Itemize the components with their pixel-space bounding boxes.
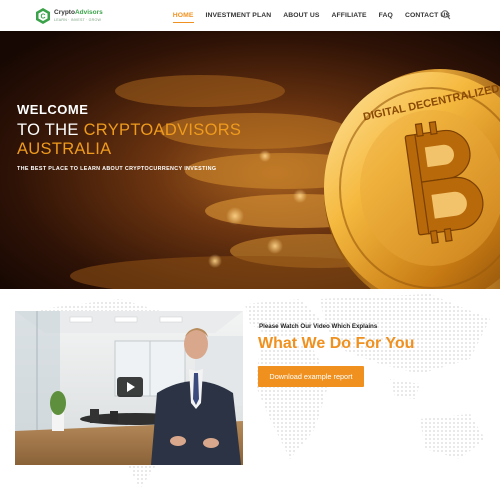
video-caption: Please Watch Our Video Which Explains <box>259 323 378 330</box>
search-icon[interactable] <box>440 9 452 21</box>
hero-banner: DIGITAL DECENTRALIZED WELCOME TO THE CRY… <box>0 31 500 289</box>
main-nav: HOME INVESTMENT PLAN ABOUT US AFFILIATE … <box>161 0 450 31</box>
hero-copy: WELCOME TO THE CRYPTOADVISORS AUSTRALIA … <box>17 102 241 172</box>
svg-text:C: C <box>40 14 45 21</box>
nav-item-faq[interactable]: FAQ <box>379 0 393 31</box>
logo[interactable]: C CryptoAdvisors LEARN · INVEST · GROW <box>34 5 124 27</box>
logo-name: CryptoAdvisors <box>54 9 103 16</box>
nav-item-investment-plan[interactable]: INVESTMENT PLAN <box>206 0 272 31</box>
logo-icon: C <box>36 8 50 24</box>
video-section: Please Watch Our Video Which Explains Wh… <box>0 289 500 500</box>
nav-item-affiliate[interactable]: AFFILIATE <box>332 0 367 31</box>
hero-tagline: THE BEST PLACE TO LEARN ABOUT CRYPTOCURR… <box>17 166 217 172</box>
play-icon[interactable] <box>117 377 143 397</box>
logo-name-part1: Crypto <box>54 9 75 16</box>
hero-headline-brand: CRYPTOADVISORS <box>83 121 242 139</box>
hero-headline: TO THE CRYPTOADVISORS <box>17 121 241 140</box>
logo-tagline: LEARN · INVEST · GROW <box>54 18 102 22</box>
download-report-button[interactable]: Download example report <box>258 366 364 387</box>
site-header: C CryptoAdvisors LEARN · INVEST · GROW H… <box>0 0 500 31</box>
logo-name-part2: Advisors <box>74 9 103 16</box>
hero-headline-country: AUSTRALIA <box>17 140 112 158</box>
nav-item-about-us[interactable]: ABOUT US <box>283 0 319 31</box>
nav-item-home[interactable]: HOME <box>172 0 194 31</box>
video-player[interactable] <box>15 311 243 465</box>
video-title: What We Do For You <box>258 335 415 352</box>
hero-welcome: WELCOME <box>17 102 89 117</box>
hero-headline-prefix: TO THE <box>17 121 84 139</box>
